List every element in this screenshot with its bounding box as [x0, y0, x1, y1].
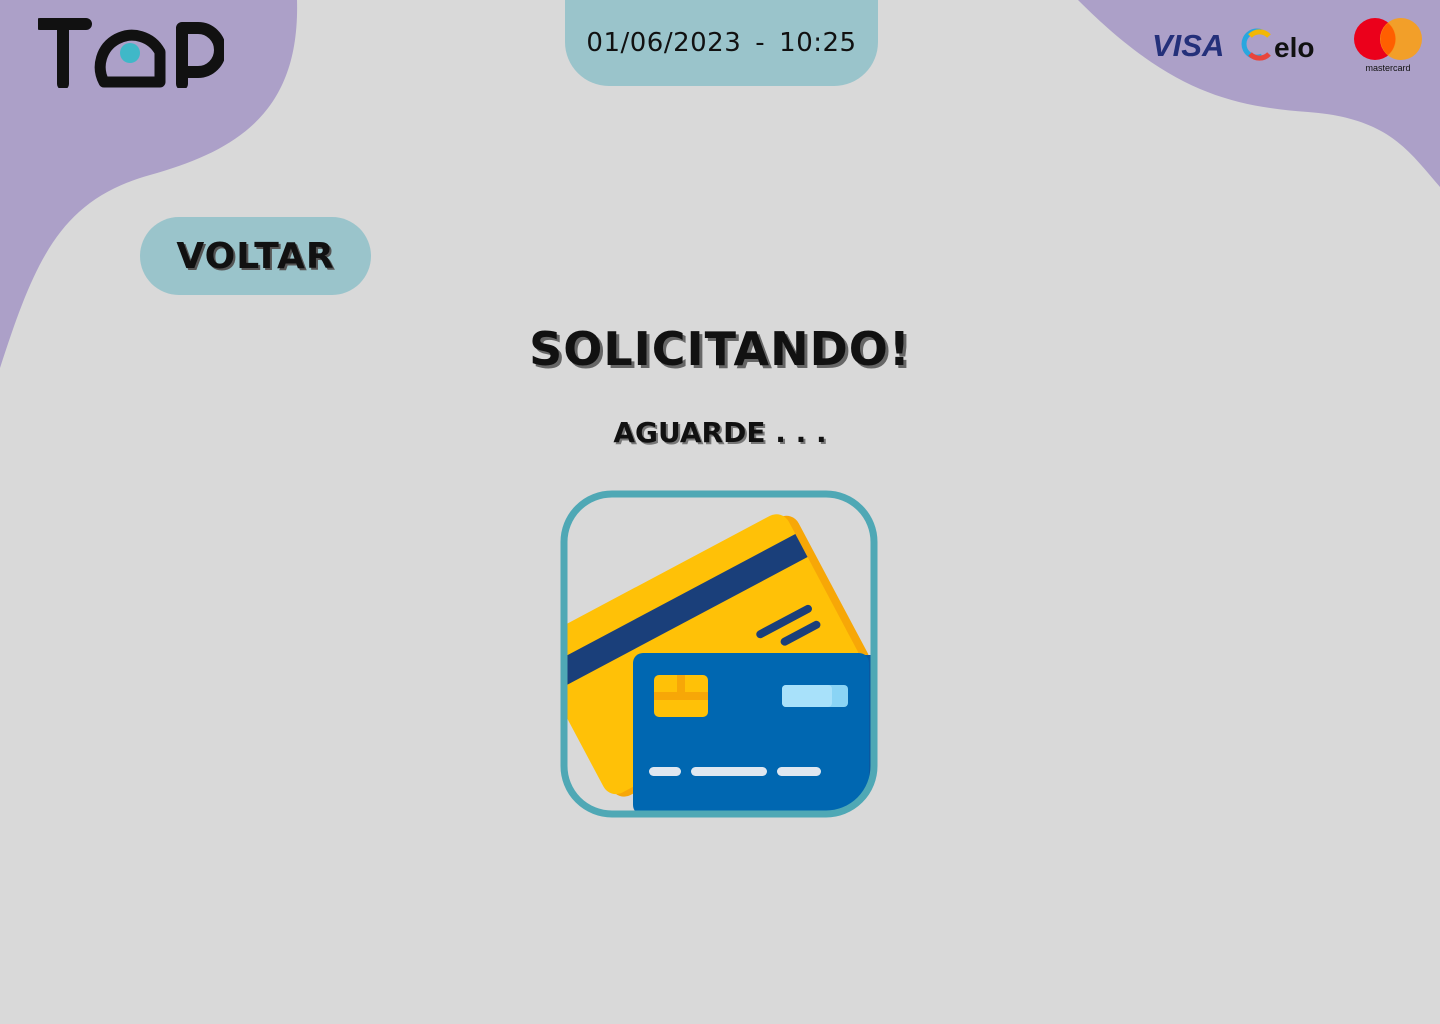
card-brands: VISA elo mastercard	[1152, 18, 1422, 73]
back-button[interactable]: VOLTAR	[140, 217, 371, 295]
svg-text:VISA: VISA	[1152, 28, 1224, 63]
mastercard-logo: mastercard	[1354, 18, 1422, 73]
status-title: SOLICITANDO!	[529, 322, 911, 376]
visa-logo: VISA	[1152, 28, 1224, 63]
elo-logo: elo	[1241, 28, 1314, 63]
time-text: 10:25	[779, 28, 857, 58]
datetime-separator: -	[755, 28, 766, 58]
datetime-display: 01/06/2023 - 10:25	[565, 0, 878, 86]
top-logo	[38, 18, 224, 88]
status-subtitle: AGUARDE . . .	[613, 416, 827, 449]
credit-cards-icon	[560, 490, 878, 818]
svg-text:mastercard: mastercard	[1365, 63, 1410, 73]
date-text: 01/06/2023	[586, 28, 742, 58]
svg-text:elo: elo	[1274, 32, 1314, 63]
